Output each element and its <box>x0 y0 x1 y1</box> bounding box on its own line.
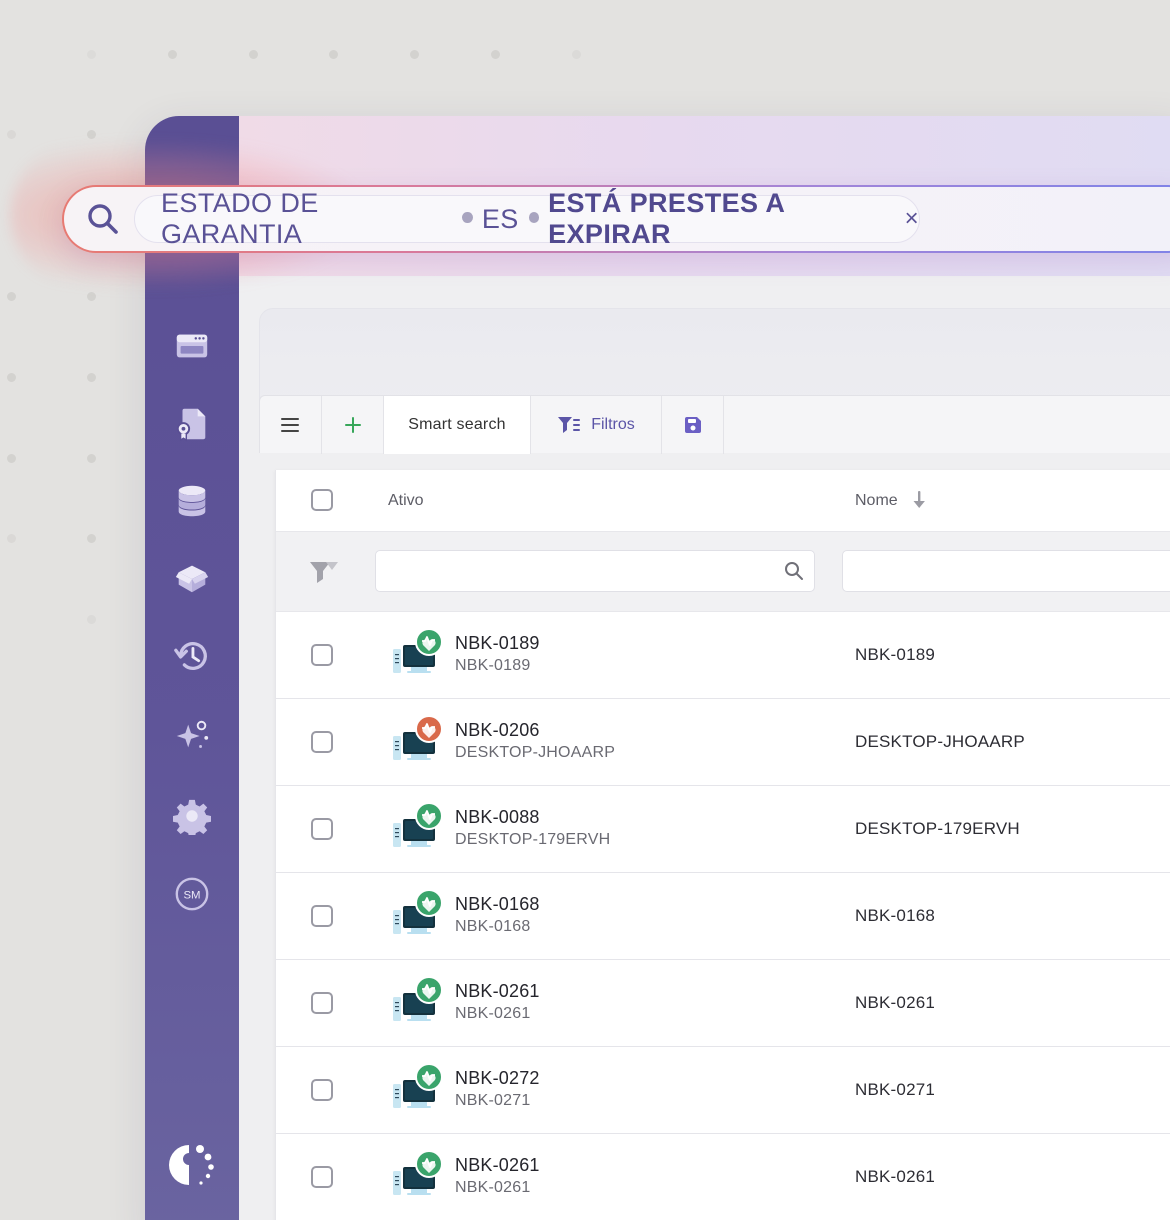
asset-subtitle: NBK-0261 <box>455 1005 531 1022</box>
smart-search-bar[interactable]: ESTADO DE GARANTIA ES ESTÁ PRESTES A EXP… <box>62 185 1170 253</box>
select-all-checkbox[interactable] <box>311 489 333 511</box>
smart-search-inner: ESTADO DE GARANTIA ES ESTÁ PRESTES A EXP… <box>64 187 1170 251</box>
search-filter-chip[interactable]: ESTADO DE GARANTIA ES ESTÁ PRESTES A EXP… <box>134 188 920 249</box>
table-row[interactable]: NBK-0088 DESKTOP-179ERVH DESKTOP-179ERVH <box>276 786 1170 873</box>
filters-button[interactable]: Filtros <box>531 396 662 454</box>
name-cell: NBK-0168 <box>855 906 936 925</box>
asset-title[interactable]: NBK-0261 <box>455 981 540 1002</box>
chip-operator: ES <box>481 203 519 234</box>
asset-subtitle: DESKTOP-JHOAARP <box>455 744 616 761</box>
search-icon <box>785 562 803 580</box>
table-row[interactable]: NBK-0261 NBK-0261 NBK-0261 <box>276 960 1170 1047</box>
row-checkbox[interactable] <box>311 731 333 753</box>
table-row[interactable]: NBK-0168 NBK-0168 NBK-0168 <box>276 873 1170 960</box>
search-icon <box>88 204 118 234</box>
name-cell: DESKTOP-179ERVH <box>855 819 1020 838</box>
asset-title[interactable]: NBK-0168 <box>455 894 540 915</box>
history-icon[interactable] <box>172 636 212 676</box>
save-button[interactable] <box>662 396 724 454</box>
table-row[interactable]: NBK-0206 DESKTOP-JHOAARP DESKTOP-JHOAARP <box>276 699 1170 786</box>
row-checkbox[interactable] <box>311 644 333 666</box>
table-body: NBK-0189 NBK-0189 NBK-0189 NBK-0206 DESK… <box>276 612 1170 1220</box>
asset-title[interactable]: NBK-0088 <box>455 807 540 828</box>
dashboard-icon[interactable] <box>172 326 212 366</box>
asset-subtitle: NBK-0168 <box>455 918 531 935</box>
tab-smart-search[interactable]: Smart search <box>384 396 531 454</box>
filters-label: Filtros <box>591 416 635 433</box>
remove-chip-button[interactable]: × <box>905 205 919 233</box>
table-header: Ativo Nome <box>276 470 1170 532</box>
table-row[interactable]: NBK-0272 NBK-0271 NBK-0271 <box>276 1047 1170 1134</box>
chip-value: ESTÁ PRESTES A EXPIRAR <box>548 188 785 249</box>
sparkle-icon[interactable] <box>172 716 212 756</box>
plus-icon <box>344 417 361 433</box>
asset-title[interactable]: NBK-0272 <box>455 1068 540 1089</box>
name-cell: DESKTOP-JHOAARP <box>855 732 1025 751</box>
filter-list-icon <box>558 417 581 433</box>
column-header-name[interactable]: Nome <box>855 492 898 510</box>
package-icon[interactable] <box>172 558 212 598</box>
computer-health-icon <box>393 889 443 934</box>
chip-separator <box>528 212 540 223</box>
row-checkbox[interactable] <box>311 992 333 1014</box>
name-cell: NBK-0261 <box>855 993 936 1012</box>
filter-row <box>276 532 1170 612</box>
asset-title[interactable]: NBK-0206 <box>455 720 540 741</box>
row-checkbox[interactable] <box>311 1079 333 1101</box>
column-header-asset[interactable]: Ativo <box>388 492 424 510</box>
content-header-card <box>259 308 1170 408</box>
computer-health-icon <box>393 1063 443 1108</box>
chip-separator <box>462 212 473 223</box>
computer-health-icon <box>393 715 443 760</box>
sort-descending-icon[interactable] <box>912 490 926 510</box>
row-checkbox[interactable] <box>311 1166 333 1188</box>
computer-health-icon <box>393 628 443 673</box>
hamburger-icon <box>280 418 299 432</box>
computer-health-icon <box>393 802 443 847</box>
row-checkbox[interactable] <box>311 818 333 840</box>
clear-filter-icon[interactable] <box>308 560 340 584</box>
asset-filter-input[interactable] <box>375 550 815 592</box>
document-certificate-icon[interactable] <box>172 404 212 444</box>
menu-button[interactable] <box>260 396 322 454</box>
asset-title[interactable]: NBK-0189 <box>455 633 540 654</box>
database-icon[interactable] <box>172 481 212 521</box>
asset-subtitle: NBK-0261 <box>455 1179 531 1196</box>
name-filter-input[interactable] <box>842 550 1170 592</box>
row-checkbox[interactable] <box>311 905 333 927</box>
user-avatar-icon[interactable]: SM <box>172 874 212 914</box>
asset-table: Ativo Nome NBK-0189 NBK-0189 NBK-0189 NB… <box>275 470 1170 1220</box>
gear-icon[interactable] <box>172 796 212 836</box>
add-button[interactable] <box>322 396 384 454</box>
table-toolbar: Smart search Filtros <box>259 395 1170 454</box>
save-icon <box>684 417 701 433</box>
name-cell: NBK-0271 <box>855 1080 936 1099</box>
asset-title[interactable]: NBK-0261 <box>455 1155 540 1176</box>
asset-subtitle: NBK-0271 <box>455 1092 531 1109</box>
name-cell: NBK-0261 <box>855 1167 936 1186</box>
computer-health-icon <box>393 976 443 1021</box>
table-row[interactable]: NBK-0261 NBK-0261 NBK-0261 <box>276 1134 1170 1220</box>
logo-icon[interactable] <box>167 1140 217 1190</box>
asset-subtitle: DESKTOP-179ERVH <box>455 831 611 848</box>
smart-search-label: Smart search <box>408 416 506 433</box>
computer-health-icon <box>393 1150 443 1195</box>
name-cell: NBK-0189 <box>855 645 936 664</box>
asset-subtitle: NBK-0189 <box>455 657 531 674</box>
svg-text:SM: SM <box>183 889 200 901</box>
chip-field: ESTADO DE GARANTIA <box>161 188 319 249</box>
table-row[interactable]: NBK-0189 NBK-0189 NBK-0189 <box>276 612 1170 699</box>
